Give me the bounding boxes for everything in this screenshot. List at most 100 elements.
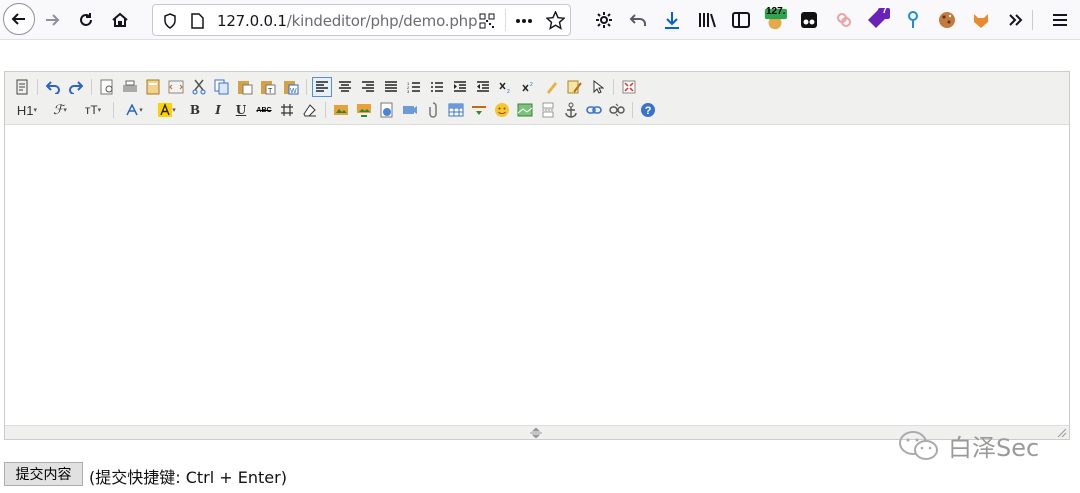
- unordered-list-icon[interactable]: [427, 77, 447, 97]
- library-icon[interactable]: [695, 8, 719, 32]
- copy-icon[interactable]: [212, 77, 232, 97]
- forward-button[interactable]: [36, 4, 68, 36]
- chevron-down-icon: ▾: [33, 107, 38, 114]
- horizontal-rule-icon[interactable]: [469, 100, 489, 120]
- undo-arrow-icon[interactable]: [626, 8, 650, 32]
- font-size-dropdown[interactable]: ᴛT ▾: [78, 100, 108, 120]
- overflow-chevron-icon[interactable]: [1004, 8, 1028, 32]
- wechat-logo-icon: [899, 430, 938, 460]
- link-chain-extension-icon[interactable]: [832, 8, 856, 32]
- url-path: /kindeditor/php/demo.php: [286, 12, 478, 30]
- url-host: 127.0.0.1: [217, 12, 287, 30]
- settings-gear-icon[interactable]: [592, 8, 616, 32]
- emoticon-icon[interactable]: [492, 100, 512, 120]
- corner-resize-icon[interactable]: [1057, 428, 1067, 438]
- tampermonkey-icon[interactable]: [797, 8, 821, 32]
- fullscreen-icon[interactable]: [619, 77, 639, 97]
- sidebar-icon[interactable]: [729, 8, 753, 32]
- code-block-icon[interactable]: [166, 77, 186, 97]
- heading-dropdown[interactable]: H1 ▾: [12, 100, 42, 120]
- svg-text:2: 2: [530, 82, 533, 88]
- help-icon[interactable]: ?: [638, 100, 658, 120]
- redo-icon[interactable]: [66, 77, 86, 97]
- submit-shortcut-hint: (提交快捷键: Ctrl + Enter): [89, 468, 287, 487]
- paste-word-icon[interactable]: W: [281, 77, 301, 97]
- remove-format-icon[interactable]: [300, 100, 320, 120]
- download-icon[interactable]: [660, 8, 684, 32]
- location-pin-icon[interactable]: [901, 8, 925, 32]
- cookie-extension-icon[interactable]: [935, 8, 959, 32]
- resize-handle-icon[interactable]: [529, 428, 543, 438]
- align-left-icon[interactable]: [312, 77, 332, 97]
- qr-code-icon[interactable]: [479, 13, 495, 29]
- quick-format-icon[interactable]: [565, 77, 585, 97]
- paste-plain-icon[interactable]: T: [258, 77, 278, 97]
- url-text[interactable]: 127.0.0.1/kindeditor/php/demo.php: [217, 12, 477, 30]
- ordered-list-icon[interactable]: 123: [404, 77, 424, 97]
- strikethrough-button[interactable]: ABC: [254, 100, 274, 120]
- home-icon: [112, 12, 128, 27]
- align-justify-icon[interactable]: [381, 77, 401, 97]
- insert-image-icon[interactable]: [331, 100, 351, 120]
- extension-badge-icon[interactable]: 127.: [763, 6, 787, 32]
- italic-button[interactable]: I: [208, 100, 228, 120]
- align-right-icon[interactable]: [358, 77, 378, 97]
- bookmark-star-icon[interactable]: [546, 11, 565, 30]
- toolbar-row-2: H1 ▾ ℱ ▾ ᴛT ▾ ▾ ▾ B I U ABC ?: [12, 99, 661, 121]
- insert-table-icon[interactable]: [446, 100, 466, 120]
- preview-icon[interactable]: [97, 77, 117, 97]
- underline-button[interactable]: U: [231, 100, 251, 120]
- more-actions-icon[interactable]: [515, 18, 533, 24]
- editor-toolbar: T W 123 2 2 H1 ▾ ℱ ▾ ᴛT ▾ ▾ ▾ B I U ABC …: [5, 72, 1069, 125]
- editor-content-area[interactable]: [5, 125, 1069, 426]
- page-break-icon[interactable]: [538, 100, 558, 120]
- insert-file-icon[interactable]: [423, 100, 443, 120]
- baidu-map-icon[interactable]: [515, 100, 535, 120]
- clear-format-icon[interactable]: [542, 77, 562, 97]
- outdent-icon[interactable]: [473, 77, 493, 97]
- link-icon[interactable]: [584, 100, 604, 120]
- toolbar-row-1: T W 123 2 2: [12, 76, 642, 98]
- chevron-down-icon: ▾: [172, 107, 176, 114]
- reload-icon: [80, 13, 92, 26]
- indent-icon[interactable]: [450, 77, 470, 97]
- insert-media-icon[interactable]: [400, 100, 420, 120]
- fox-extension-icon[interactable]: [969, 8, 993, 32]
- address-bar[interactable]: 127.0.0.1/kindeditor/php/demo.php: [152, 4, 571, 36]
- hamburger-menu-icon[interactable]: [1048, 8, 1072, 32]
- highlight-color-dropdown[interactable]: ▾: [152, 100, 182, 120]
- chevron-down-icon: ▾: [97, 107, 102, 114]
- watermark-text: 白泽Sec: [948, 434, 1040, 462]
- submit-content-button[interactable]: 提交内容: [4, 462, 83, 486]
- tag-extension-icon[interactable]: 7: [866, 5, 890, 32]
- cut-icon[interactable]: [189, 77, 209, 97]
- font-size-label: ᴛT: [84, 103, 98, 117]
- superscript-icon[interactable]: 2: [519, 77, 539, 97]
- insert-flash-icon[interactable]: [377, 100, 397, 120]
- highlight-color-icon: [158, 103, 173, 117]
- align-center-icon[interactable]: [335, 77, 355, 97]
- shield-icon[interactable]: [163, 13, 177, 29]
- anchor-icon[interactable]: [561, 100, 581, 120]
- print-icon[interactable]: [120, 77, 140, 97]
- font-family-dropdown[interactable]: ℱ ▾: [45, 100, 75, 120]
- reload-button[interactable]: [70, 4, 102, 36]
- subscript-icon[interactable]: 2: [496, 77, 516, 97]
- svg-text:W: W: [290, 88, 297, 95]
- font-family-label: ℱ: [53, 102, 64, 118]
- line-height-icon[interactable]: [277, 100, 297, 120]
- paste-icon[interactable]: [235, 77, 255, 97]
- select-all-icon[interactable]: [588, 77, 608, 97]
- source-code-icon[interactable]: [12, 77, 32, 97]
- template-icon[interactable]: [143, 77, 163, 97]
- undo-icon[interactable]: [43, 77, 63, 97]
- multi-image-icon[interactable]: [354, 100, 374, 120]
- bold-button[interactable]: B: [185, 100, 205, 120]
- chevron-down-icon: ▾: [139, 107, 143, 114]
- font-color-dropdown[interactable]: ▾: [119, 100, 149, 120]
- home-button[interactable]: [104, 4, 136, 36]
- back-button[interactable]: [3, 3, 35, 35]
- unlink-icon[interactable]: [607, 100, 627, 120]
- rich-text-editor: T W 123 2 2 H1 ▾ ℱ ▾ ᴛT ▾ ▾ ▾ B I U ABC …: [4, 71, 1070, 440]
- svg-text:?: ?: [645, 105, 652, 117]
